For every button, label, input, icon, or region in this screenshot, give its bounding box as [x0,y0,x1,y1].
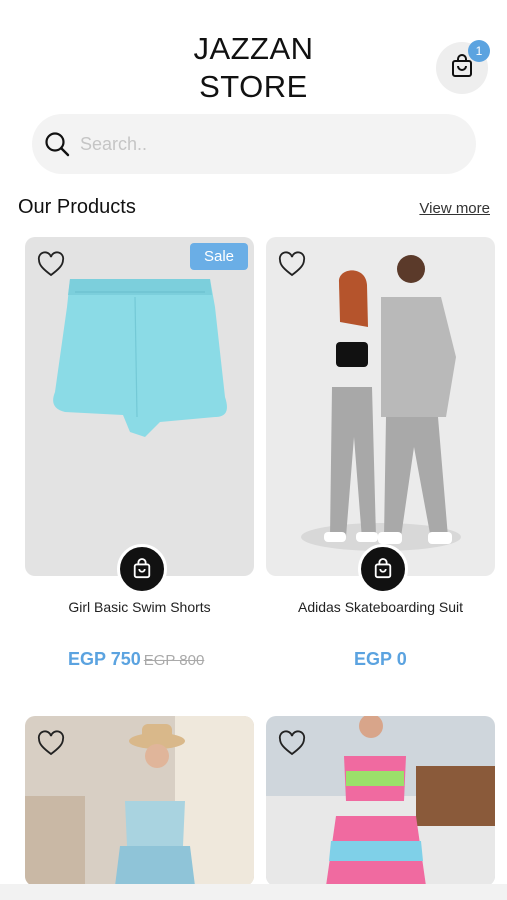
current-price: EGP 750 [68,649,141,669]
section-title: Our Products [18,196,136,218]
product-image[interactable] [25,716,254,886]
view-more-link[interactable]: View more [419,200,490,217]
add-to-cart-button[interactable] [117,544,167,594]
sale-badge: Sale [189,243,248,270]
product-price: EGP 0 [354,649,407,670]
current-price: EGP 0 [354,649,407,669]
product-card[interactable]: Sale Girl Basic Swim Shorts [25,237,254,615]
brand-line-2: STORE [199,69,308,104]
search-icon [44,131,70,157]
search-input[interactable] [78,132,442,156]
product-price: EGP 750 EGP 800 [68,649,204,670]
cart-count-badge: 1 [468,40,490,62]
product-image[interactable] [266,716,495,886]
product-name[interactable]: Adidas Skateboarding Suit [266,599,495,615]
product-card[interactable] [266,716,495,886]
favorite-heart-icon[interactable] [37,730,65,758]
cart-button[interactable]: 1 [436,40,490,94]
shopping-bag-icon [133,558,151,579]
favorite-heart-icon[interactable] [37,251,65,279]
favorite-heart-icon[interactable] [278,251,306,279]
search-bar[interactable] [32,114,476,174]
brand-line-1: JAZZAN [193,31,314,66]
favorite-heart-icon[interactable] [278,730,306,758]
old-price: EGP 800 [143,652,205,669]
product-image[interactable] [266,237,495,576]
product-name[interactable]: Girl Basic Swim Shorts [25,599,254,615]
store-logo: JAZZAN STORE [0,30,507,106]
shopping-bag-icon [374,558,392,579]
bottom-bar [0,884,507,900]
product-card[interactable]: Adidas Skateboarding Suit [266,237,495,615]
product-card[interactable] [25,716,254,886]
product-image[interactable]: Sale [25,237,254,576]
add-to-cart-button[interactable] [358,544,408,594]
